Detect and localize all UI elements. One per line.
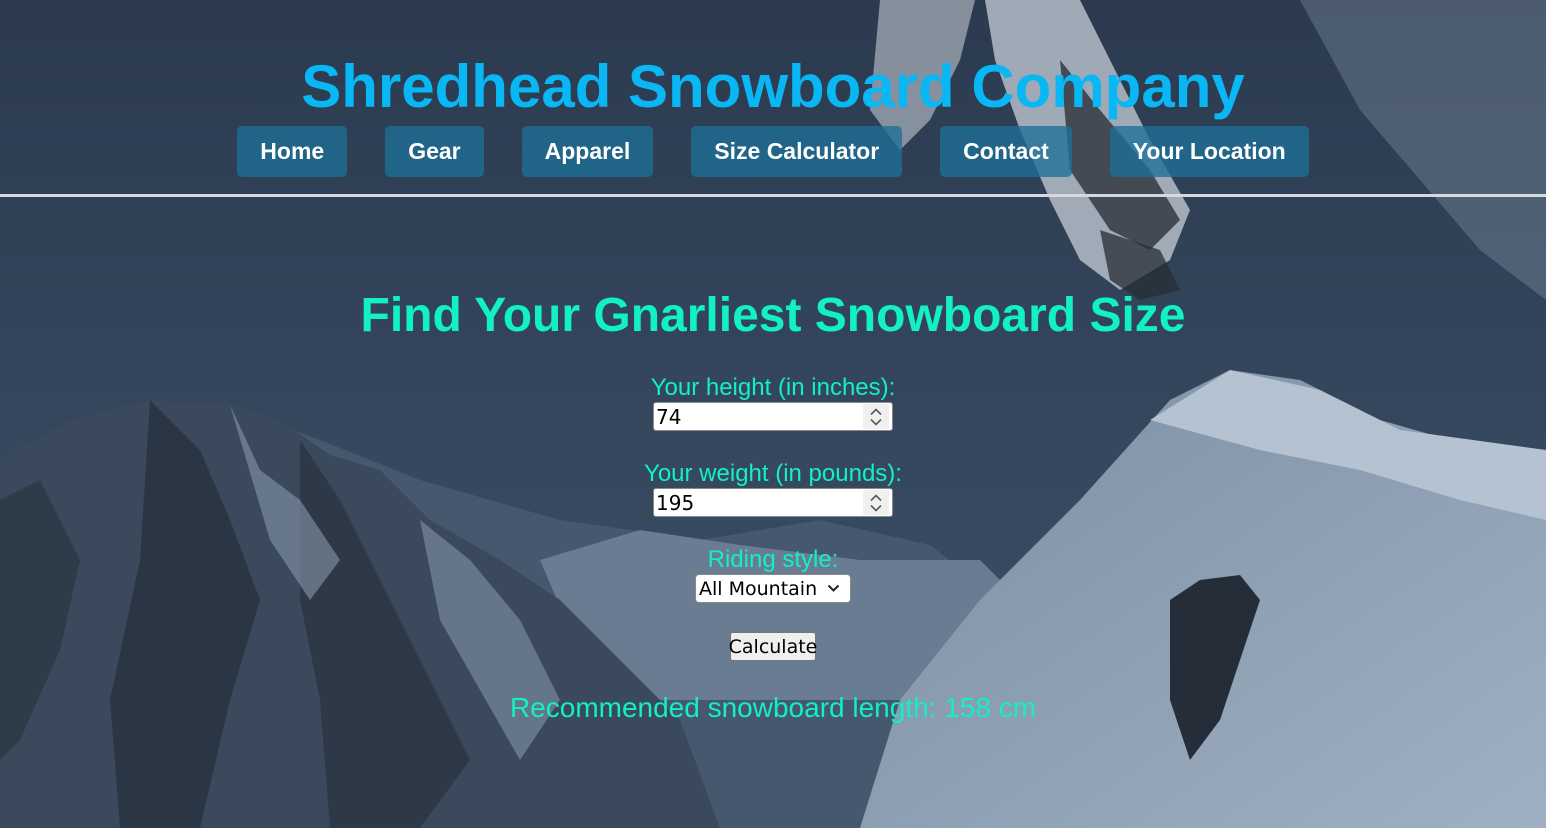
nav-size-calculator-button[interactable]: Size Calculator [691,126,903,177]
calculator-heading: Find Your Gnarliest Snowboard Size [360,289,1186,342]
riding-style-label: Riding style: [707,546,839,573]
spinner-arrows-icon[interactable] [863,404,889,429]
weight-label: Your weight (in pounds): [644,460,902,487]
spinner-arrows-icon[interactable] [863,490,889,515]
spin-up-icon[interactable] [870,406,882,417]
nav-your-location-button[interactable]: Your Location [1109,126,1309,177]
weight-input[interactable]: 195 [653,488,893,517]
main-nav: Home Gear Apparel Size Calculator Contac… [0,126,1546,177]
nav-home-button[interactable]: Home [237,126,348,177]
nav-gear-button[interactable]: Gear [385,126,484,177]
riding-style-select[interactable]: All Mountain [695,574,851,603]
header-divider [0,194,1546,197]
riding-style-value: All Mountain [699,577,818,600]
result-text: Recommended snowboard length: 158 cm [509,692,1037,723]
height-input[interactable]: 74 [653,402,893,431]
nav-contact-button[interactable]: Contact [940,126,1072,177]
site-title: Shredhead Snowboard Company [301,53,1245,120]
spin-down-icon[interactable] [870,503,882,514]
calculate-button[interactable]: Calculate [729,632,817,661]
height-label: Your height (in inches): [650,374,896,401]
chevron-down-icon [827,584,840,592]
nav-apparel-button[interactable]: Apparel [521,126,654,177]
height-value: 74 [656,404,682,429]
spin-down-icon[interactable] [870,417,882,428]
weight-value: 195 [656,490,695,515]
spin-up-icon[interactable] [870,492,882,503]
